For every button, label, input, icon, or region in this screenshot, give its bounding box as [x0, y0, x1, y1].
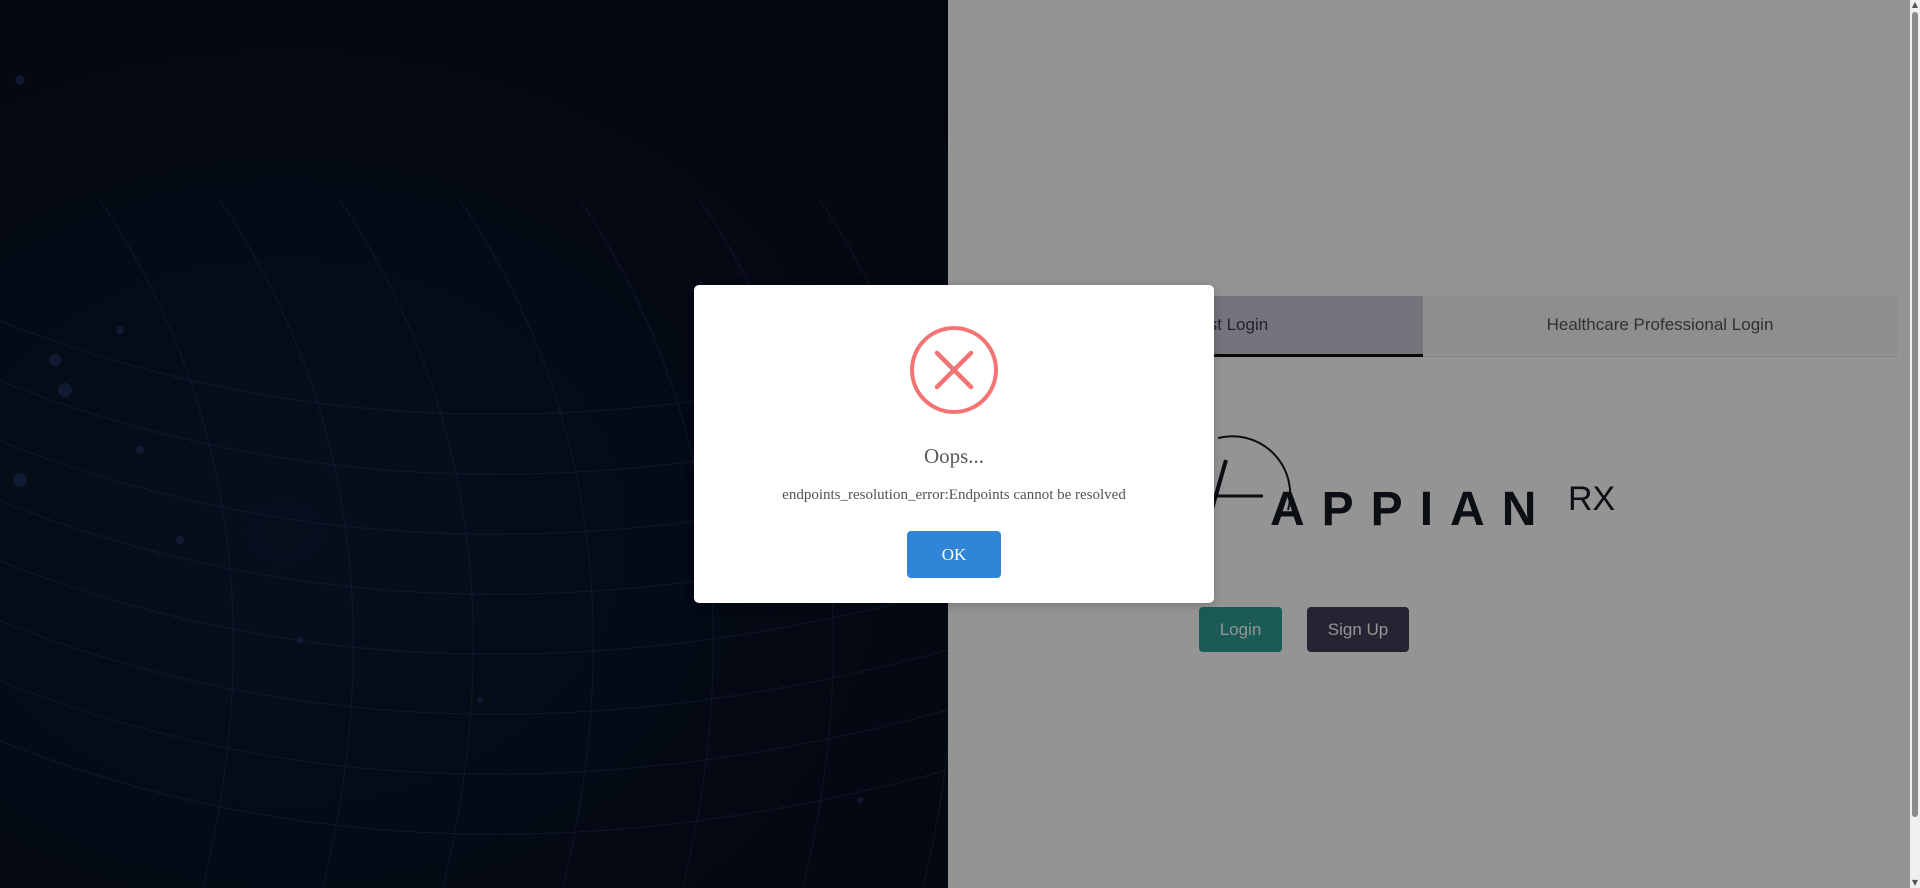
dialog-message: endpoints_resolution_error:Endpoints can… — [782, 487, 1126, 503]
scrollbar-thumb[interactable] — [1912, 12, 1918, 817]
page: Support Analyst Login Healthcare Profess… — [0, 0, 1920, 888]
ok-button[interactable]: OK — [907, 531, 1001, 578]
error-dialog: Oops... endpoints_resolution_error:Endpo… — [694, 285, 1214, 603]
dialog-title: Oops... — [923, 444, 985, 468]
error-x-icon — [910, 326, 998, 414]
scroll-down-arrow-icon[interactable]: ▼ — [1910, 878, 1920, 888]
vertical-scrollbar[interactable]: ▲ ▼ — [1910, 0, 1920, 888]
scroll-up-arrow-icon[interactable]: ▲ — [1910, 0, 1920, 10]
